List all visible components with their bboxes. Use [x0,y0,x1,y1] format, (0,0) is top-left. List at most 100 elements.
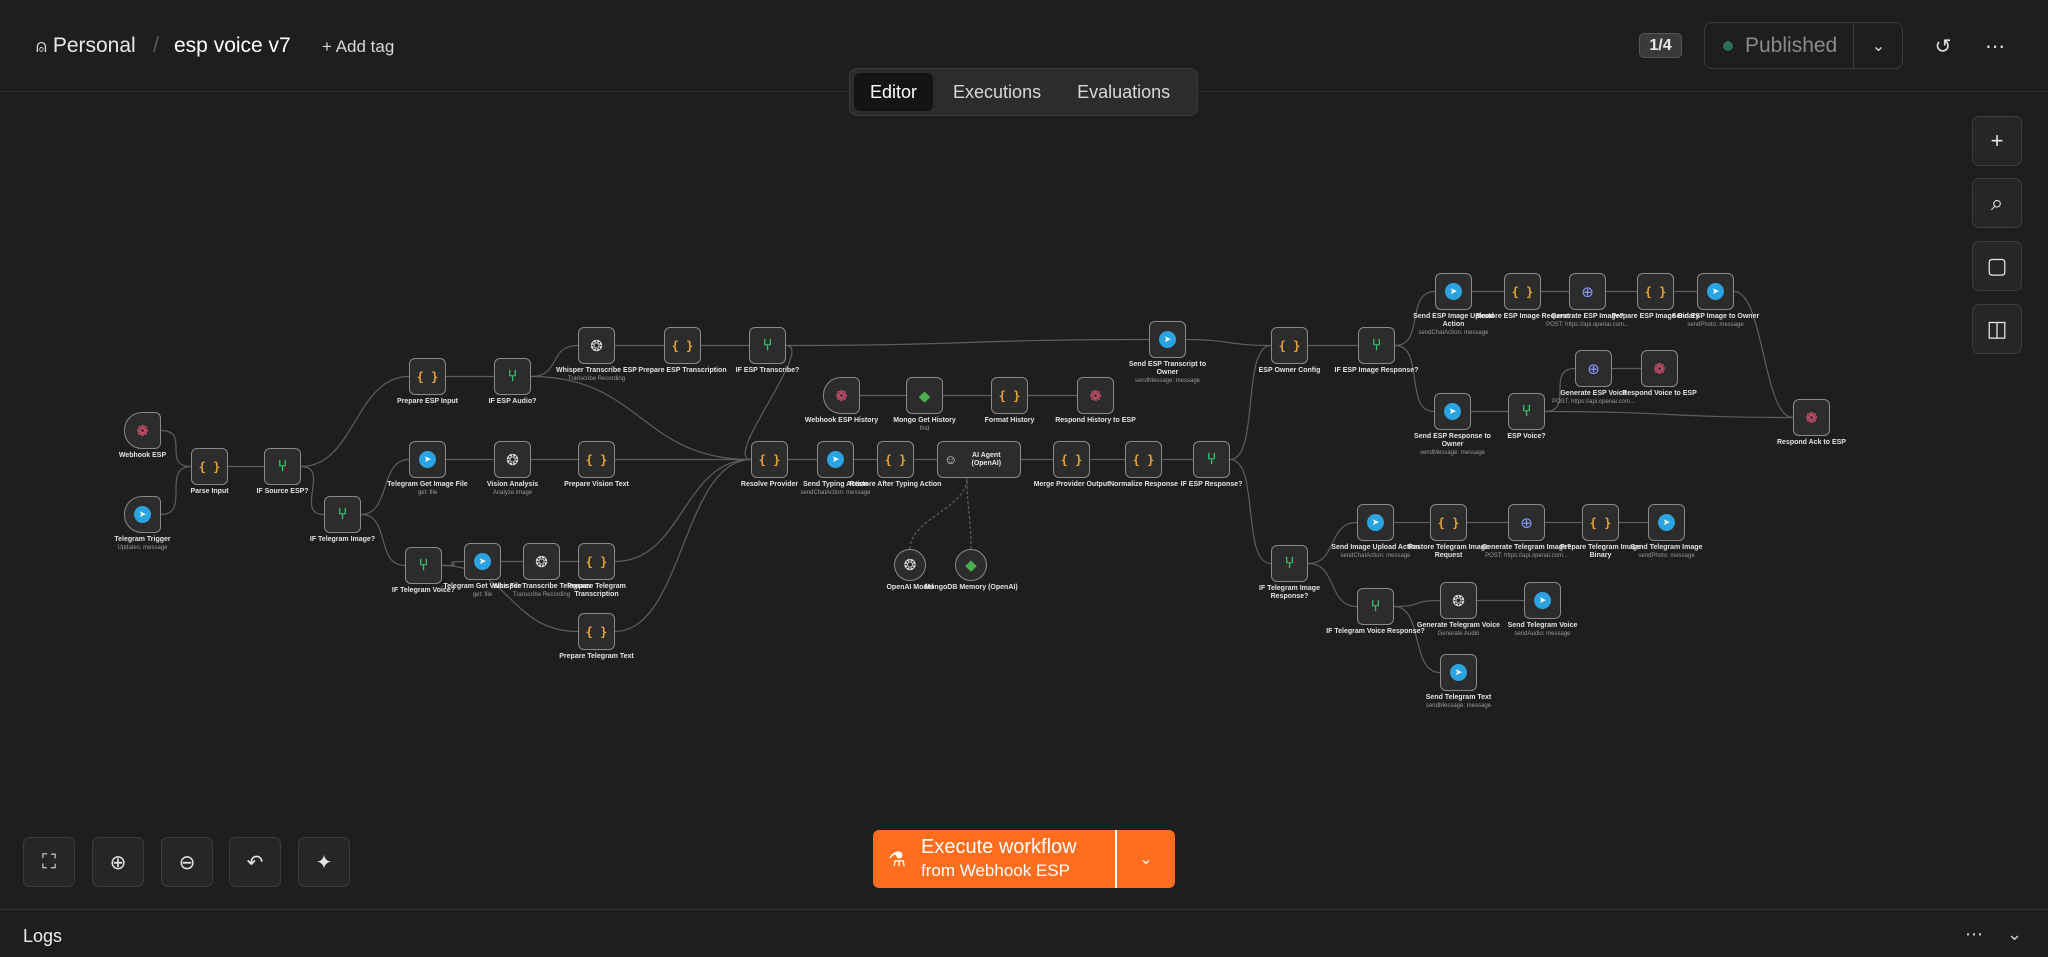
workflow-node[interactable]: ❂ [523,543,560,580]
workflow-node[interactable]: ❂ [494,441,531,478]
workflow-node[interactable]: ❁ [124,412,161,449]
node-subtitle: sendChatAction: message [800,490,871,496]
telegram-icon: ➤ [1367,514,1384,531]
node-subtitle: Analyze image [492,490,533,496]
workflow-node[interactable]: ❁ [1793,399,1830,436]
workflow-node[interactable]: ☺ AI Agent (OpenAI) [937,441,1021,478]
workflow-node[interactable]: ◆ [955,549,987,581]
workflow-node[interactable]: ➤ [1149,321,1186,358]
workflow-node[interactable]: { } [1271,327,1308,364]
if-icon: ⑂ [1370,597,1381,615]
history-button[interactable]: ↺ [1927,30,1959,62]
workflow-node[interactable]: ➤ [1648,504,1685,541]
workflow-node[interactable]: ➤ [1357,504,1394,541]
workflow-node[interactable]: { } [991,377,1028,414]
execute-dropdown-button[interactable]: ⌄ [1115,830,1175,888]
workflow-node[interactable]: ➤ [1435,273,1472,310]
node-label: Prepare Vision Text [547,481,647,489]
node-title: Prepare Vision Text [564,481,629,488]
breadcrumb-project[interactable]: ⍝ Personal [36,34,136,58]
workflow-node[interactable]: { } [1053,441,1090,478]
workflow-node[interactable]: ⊕ [1508,504,1545,541]
workflow-node[interactable]: { } [664,327,701,364]
workflow-node[interactable]: ⊕ [1575,350,1612,387]
tab-evaluations[interactable]: Evaluations [1061,73,1186,111]
workflow-node[interactable]: { } [1637,273,1674,310]
more-options-button[interactable]: ⋯ [1979,30,2011,62]
add-tag-button[interactable]: + Add tag [322,37,394,57]
node-title: ESP Voice? [1507,433,1546,440]
workflow-node[interactable]: ➤ [1697,273,1734,310]
workflow-name[interactable]: esp voice v7 [174,34,291,58]
workflow-node[interactable]: ⑂ [1508,393,1545,430]
workflow-node[interactable]: { } [191,448,228,485]
openai-icon: ❂ [590,337,603,355]
workflow-node[interactable]: ➤ [409,441,446,478]
workflow-node[interactable]: ❁ [1641,350,1678,387]
workflow-node[interactable]: ⑂ [1193,441,1230,478]
tidy-up-button[interactable]: ✦ [298,837,350,887]
node-title: Send ESP Transcript to Owner [1128,361,1207,376]
workflow-node[interactable]: ❁ [1077,377,1114,414]
workflow-node[interactable]: { } [578,613,615,650]
workflow-node[interactable]: ⑂ [749,327,786,364]
workflow-node[interactable]: ❁ [823,377,860,414]
code-icon: { } [198,460,221,474]
tab-editor[interactable]: Editor [854,73,934,111]
workflow-node[interactable]: { } [1125,441,1162,478]
workflow-node[interactable]: { } [409,358,446,395]
workflow-node[interactable]: ⑂ [405,547,442,584]
publish-dropdown-button[interactable]: ⌄ [1853,22,1903,69]
workflow-node[interactable]: ⑂ [1357,588,1394,625]
workflow-node[interactable]: { } [578,543,615,580]
workflow-node[interactable]: ⑂ [264,448,301,485]
workflow-node[interactable]: ➤ [124,496,161,533]
logs-collapse-button[interactable]: ⌄ [2007,924,2022,945]
workflow-node[interactable]: ⑂ [494,358,531,395]
node-subtitle: POST: https://api.openai.com... [1546,322,1629,328]
telegram-icon: ➤ [1534,592,1551,609]
workflow-node[interactable]: ⊕ [1569,273,1606,310]
workflow-node[interactable]: ❂ [894,549,926,581]
node-subtitle: sendPhoto: message [1638,553,1695,559]
workflow-node[interactable]: ◆ [906,377,943,414]
workflow-node[interactable]: ⑂ [1358,327,1395,364]
workflow-node[interactable]: ➤ [1434,393,1471,430]
zoom-out-button[interactable]: ⊖ [161,837,213,887]
undo-button[interactable]: ↶ [229,837,281,887]
add-node-button[interactable]: + [1972,116,2022,166]
workflow-node[interactable]: ❂ [1440,582,1477,619]
zoom-in-button[interactable]: ⊕ [92,837,144,887]
webhook-icon: ❁ [1805,409,1818,427]
logs-panel[interactable]: Logs ⋯ ⌄ [0,909,2048,957]
zoom-out-icon: ⊖ [178,851,196,874]
telegram-icon: ➤ [1444,403,1461,420]
workflow-node[interactable]: { } [578,441,615,478]
workflow-node[interactable]: ⑂ [1271,545,1308,582]
workflow-node[interactable]: ➤ [1440,654,1477,691]
fit-view-button[interactable]: ⛶ [23,837,75,887]
more-horizontal-icon: ⋯ [1985,35,2005,58]
openai-icon: ❂ [1452,592,1465,610]
node-title: Mongo Get History [893,417,956,424]
workflow-node[interactable]: { } [751,441,788,478]
tab-executions[interactable]: Executions [937,73,1057,111]
workflow-node[interactable]: { } [1582,504,1619,541]
sticky-note-button[interactable]: ▢ [1972,241,2022,291]
version-badge[interactable]: 1/4 [1639,33,1682,58]
toggle-panel-button[interactable]: ◫ [1972,304,2022,354]
workflow-node[interactable]: ⑂ [324,496,361,533]
workflow-node[interactable]: ➤ [1524,582,1561,619]
node-title: Format History [984,417,1035,424]
workflow-node[interactable]: { } [877,441,914,478]
node-title: IF Source ESP? [256,488,309,495]
workflow-node[interactable]: ➤ [464,543,501,580]
fullscreen-icon: ⛶ [42,850,56,873]
workflow-node[interactable]: ❂ [578,327,615,364]
logs-more-button[interactable]: ⋯ [1965,924,1983,945]
workflow-node[interactable]: { } [1430,504,1467,541]
workflow-node[interactable]: { } [1504,273,1541,310]
workflow-node[interactable]: ➤ [817,441,854,478]
workflow-canvas[interactable] [0,92,2048,909]
search-nodes-button[interactable]: ⌕ [1972,178,2022,228]
